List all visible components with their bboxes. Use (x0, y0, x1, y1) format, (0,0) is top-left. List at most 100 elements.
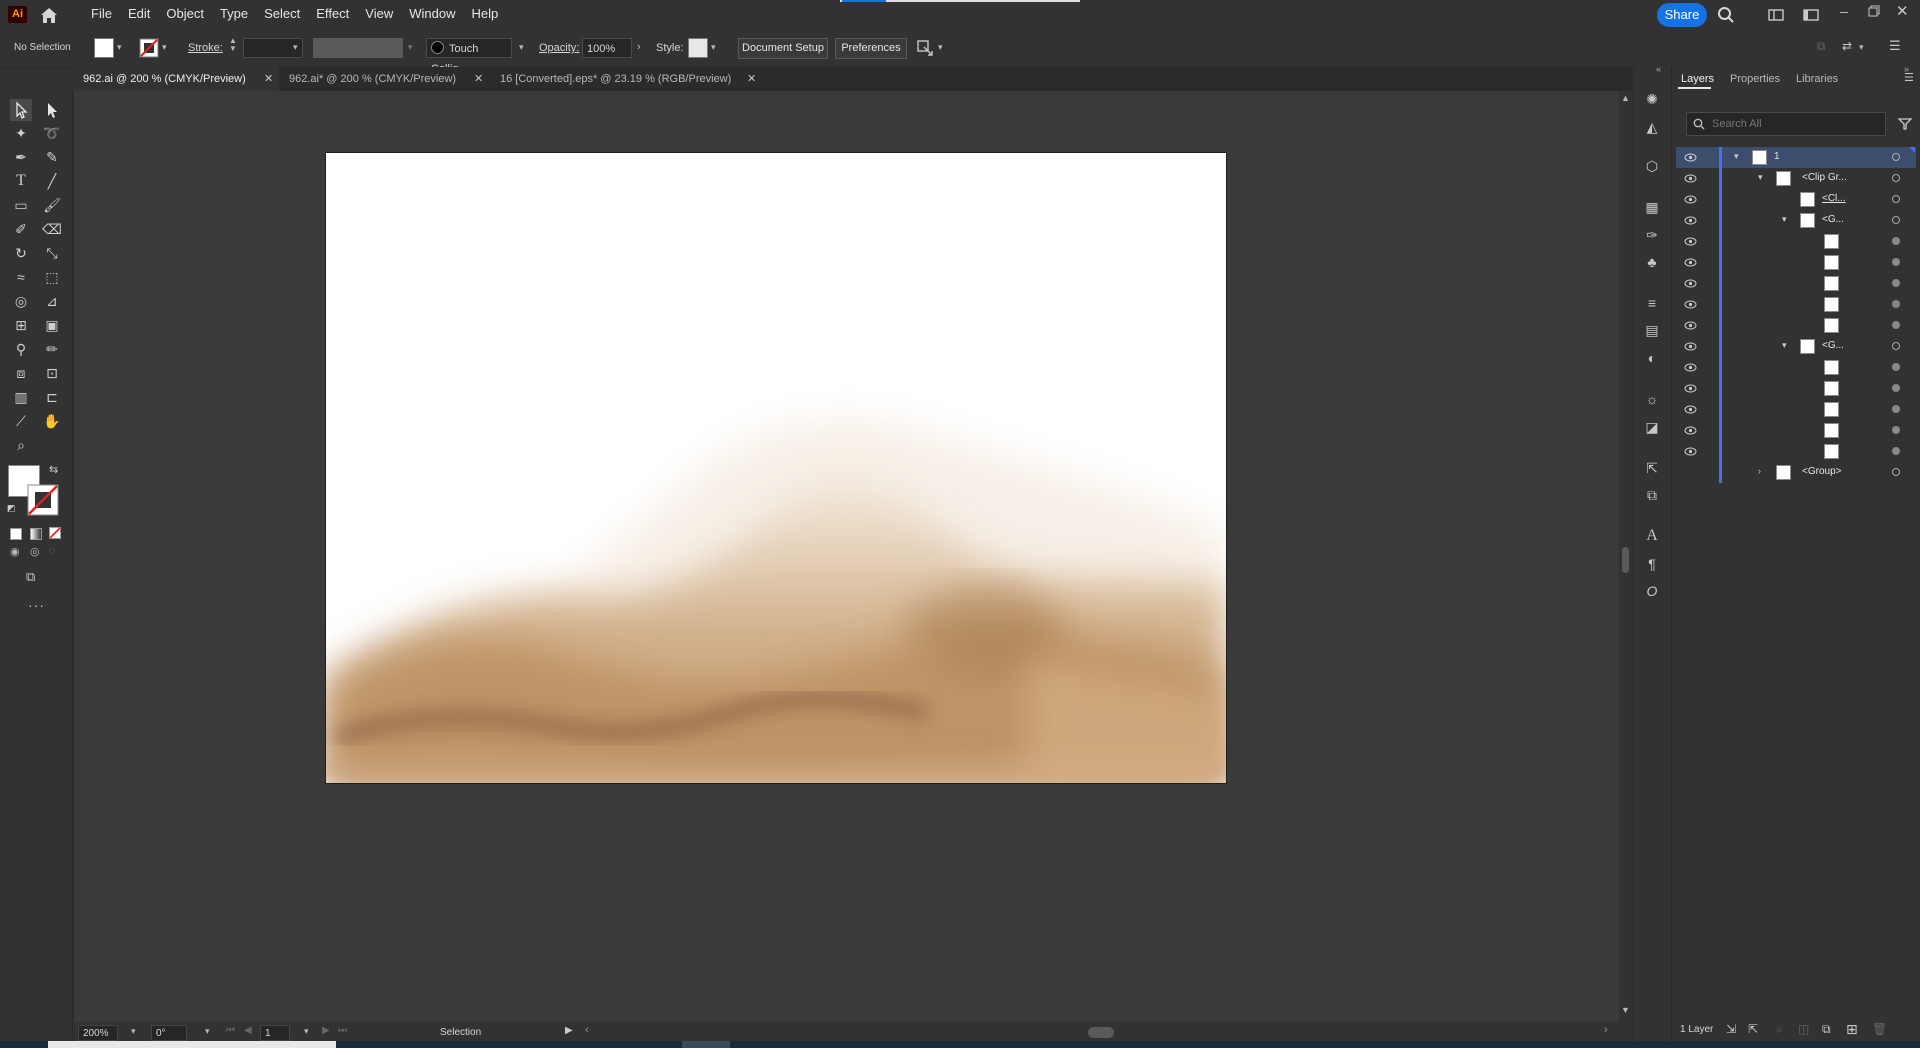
export-assets-icon[interactable]: ⇱ (1642, 458, 1662, 478)
layer-row-path[interactable] (1676, 399, 1916, 420)
appearance-icon[interactable]: ☼ (1642, 389, 1662, 409)
target-icon[interactable] (1892, 447, 1900, 455)
slice-tool-icon[interactable]: ⟋ (10, 410, 32, 432)
type-tool-icon[interactable]: T (10, 170, 32, 192)
visibility-eye-icon[interactable] (1684, 194, 1697, 205)
zoom-level-field[interactable]: 200% (78, 1025, 118, 1041)
symbol-sprayer-tool-icon[interactable]: ⊡ (41, 362, 63, 384)
scroll-left-icon[interactable]: ‹ (585, 1024, 589, 1036)
artboard-number-field[interactable]: 1 (260, 1025, 290, 1041)
minimize-icon[interactable]: – (1840, 3, 1848, 19)
stroke-panel-icon[interactable]: ≡ (1642, 293, 1662, 313)
collapse-panels-icon[interactable]: « (1656, 64, 1661, 74)
opacity-expand-icon[interactable]: › (637, 41, 641, 53)
tab-16-converted-eps[interactable]: 16 [Converted].eps* @ 23.19 % (RGB/Previ… (491, 67, 771, 91)
blend-tool-icon[interactable]: ⧈ (10, 362, 32, 384)
target-icon[interactable] (1892, 174, 1900, 182)
default-fill-stroke-icon[interactable]: ◩ (7, 503, 16, 514)
export-icon[interactable]: ⇱ (1748, 1022, 1758, 1036)
collapse-chevron-icon[interactable]: ▾ (1782, 214, 1787, 225)
edit-toolbar-icon[interactable]: ··· (28, 597, 45, 613)
stroke-color-box-none-icon[interactable] (27, 484, 59, 516)
previous-artboard-icon[interactable]: ◀ (244, 1025, 252, 1036)
paragraph-panel-icon[interactable]: ¶ (1642, 554, 1662, 574)
filter-icon[interactable] (1898, 117, 1912, 131)
target-icon[interactable] (1892, 300, 1900, 308)
swatches-icon[interactable]: ▦ (1642, 197, 1662, 217)
tab-962-ai[interactable]: 962.ai @ 200 % (CMYK/Preview) ✕ (74, 67, 279, 91)
layer-row-path[interactable] (1676, 294, 1916, 315)
layer-name[interactable]: <Clip Gr... (1802, 172, 1847, 183)
rotation-field[interactable]: 0° (151, 1025, 187, 1041)
control-menu-icon[interactable]: ☰ (1889, 38, 1901, 54)
tab-962-ai-modified[interactable]: 962.ai* @ 200 % (CMYK/Preview) ✕ (280, 67, 490, 91)
paintbrush-tool-icon[interactable]: 🖌 (41, 194, 63, 216)
column-graph-tool-icon[interactable]: ▥ (10, 386, 32, 408)
layer-row-path[interactable] (1676, 273, 1916, 294)
visibility-eye-icon[interactable] (1684, 299, 1697, 310)
document-setup-button[interactable]: Document Setup (738, 38, 828, 59)
visibility-eye-icon[interactable] (1684, 257, 1697, 268)
width-tool-icon[interactable]: ≈ (10, 266, 32, 288)
close-icon[interactable]: ✕ (264, 67, 273, 91)
share-button[interactable]: Share (1657, 3, 1707, 27)
graphic-style-swatch[interactable] (688, 38, 708, 58)
vertical-scroll-thumb[interactable] (1622, 547, 1629, 573)
workspace-switcher-icon[interactable] (1803, 8, 1819, 22)
opacity-label[interactable]: Opacity: (539, 42, 579, 54)
make-clipping-mask-icon[interactable]: ◫ (1798, 1022, 1809, 1036)
tab-libraries[interactable]: Libraries (1796, 73, 1838, 85)
color-panel-icon[interactable]: ◭ (1642, 117, 1662, 137)
target-icon[interactable] (1892, 258, 1900, 266)
eyedropper-tool-icon[interactable]: ⚲ (10, 338, 32, 360)
lasso-tool-icon[interactable]: ➰ (41, 122, 63, 144)
swap-fill-stroke-icon[interactable]: ⇆ (49, 463, 58, 476)
perspective-grid-tool-icon[interactable]: ⊿ (41, 290, 63, 312)
stroke-label[interactable]: Stroke: (188, 42, 223, 54)
measure-tool-icon[interactable]: ✏ (41, 338, 63, 360)
shaper-tool-icon[interactable]: ✐ (10, 218, 32, 240)
opentype-panel-icon[interactable]: O (1642, 581, 1662, 601)
scale-tool-icon[interactable]: ⤡ (41, 242, 63, 264)
symbols-icon[interactable]: ♣ (1642, 252, 1662, 272)
home-icon[interactable] (38, 5, 60, 25)
transform-icon[interactable]: ⇄ (1842, 39, 1852, 53)
collapse-chevron-icon[interactable]: ▾ (1734, 151, 1739, 162)
arrange-documents-icon[interactable] (1768, 8, 1784, 22)
layer-row-group-b[interactable]: ▾ <G... (1676, 336, 1916, 357)
layer-row-clip-group[interactable]: ▾ <Clip Gr... (1676, 168, 1916, 189)
expand-chevron-icon[interactable]: › (1758, 466, 1761, 476)
layer-row-group-a[interactable]: ▾ <G... (1676, 210, 1916, 231)
close-icon[interactable]: ✕ (747, 67, 756, 91)
magic-wand-tool-icon[interactable]: ✦ (10, 122, 32, 144)
search-icon[interactable] (1717, 6, 1735, 24)
layer-row-path[interactable] (1676, 378, 1916, 399)
fill-swatch[interactable] (94, 38, 114, 58)
fill-dropdown-chevron-icon[interactable]: ▾ (117, 42, 122, 53)
visibility-eye-icon[interactable] (1684, 446, 1697, 457)
collapse-chevron-icon[interactable]: ▾ (1782, 340, 1787, 351)
character-panel-icon[interactable]: A (1642, 526, 1662, 546)
menu-window[interactable]: Window (401, 0, 463, 29)
style-chevron-icon[interactable]: ▾ (711, 42, 716, 53)
variable-width-profile[interactable] (313, 38, 403, 58)
zoom-tool-icon[interactable]: ⌕ (10, 434, 32, 456)
layer-row-path[interactable] (1676, 231, 1916, 252)
color-mode-icon[interactable] (10, 528, 22, 540)
stroke-weight-chevron-icon[interactable]: ▾ (293, 42, 298, 53)
horizontal-scroll-thumb[interactable] (1088, 1027, 1114, 1038)
layer-name[interactable]: <Group> (1802, 466, 1841, 477)
layer-row-1[interactable]: ▾ 1 (1676, 147, 1916, 168)
target-icon[interactable] (1892, 153, 1900, 161)
brushes-icon[interactable]: ✑ (1642, 225, 1662, 245)
visibility-eye-icon[interactable] (1684, 173, 1697, 184)
rotation-chevron-icon[interactable]: ▾ (205, 1026, 210, 1037)
create-sublayer-icon[interactable]: ⧉ (1822, 1022, 1831, 1037)
graphic-styles-icon[interactable]: ◪ (1642, 417, 1662, 437)
target-icon[interactable] (1892, 342, 1900, 350)
brush-chevron-icon[interactable]: ▾ (519, 42, 524, 53)
vertical-scrollbar[interactable]: ▲ ▼ (1619, 91, 1632, 1022)
target-icon[interactable] (1892, 279, 1900, 287)
delete-layer-icon[interactable]: 🗑 (1872, 1022, 1887, 1036)
transform-chevron-icon[interactable]: ▾ (1859, 42, 1864, 53)
